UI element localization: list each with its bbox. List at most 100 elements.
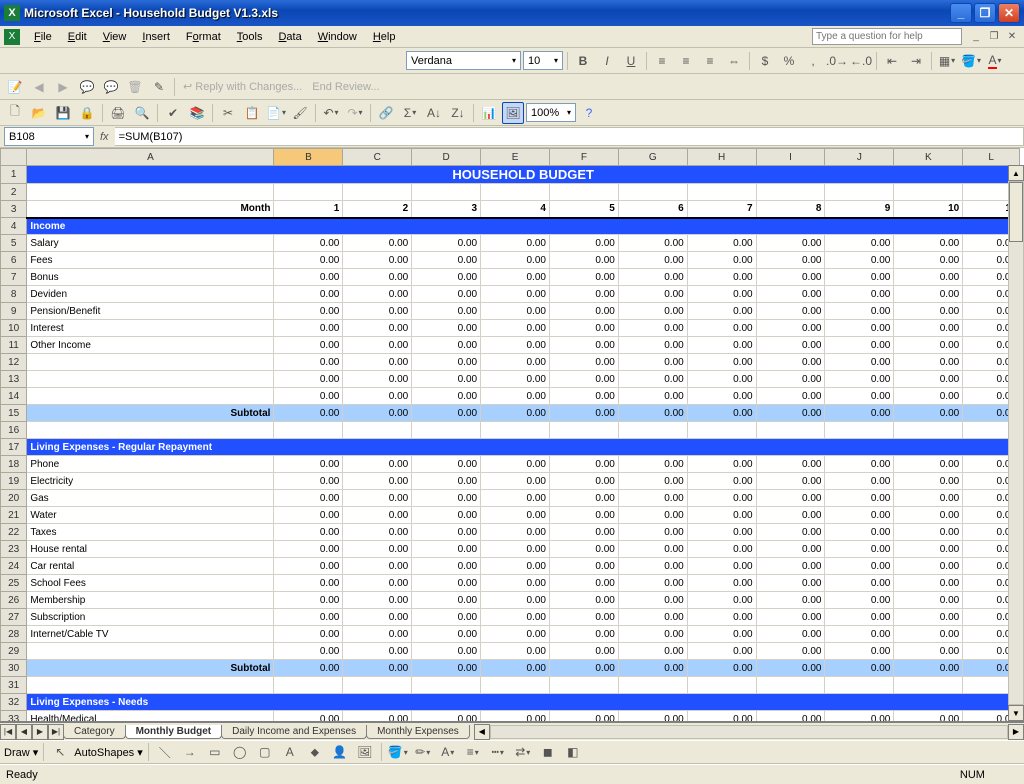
cell[interactable] [618, 422, 687, 439]
cell[interactable]: 0.00 [412, 354, 481, 371]
cell[interactable] [274, 677, 343, 694]
cell[interactable]: 0.00 [825, 558, 894, 575]
col-header-I[interactable]: I [756, 149, 825, 166]
cell[interactable] [343, 677, 412, 694]
cell[interactable]: 0.00 [481, 507, 550, 524]
tab-nav-next[interactable]: ▶ [32, 724, 48, 740]
row-header-28[interactable]: 28 [1, 626, 27, 643]
cell[interactable]: 0.00 [481, 575, 550, 592]
cell[interactable]: 0.00 [481, 456, 550, 473]
col-header-G[interactable]: G [618, 149, 687, 166]
cell[interactable]: 0.00 [412, 252, 481, 269]
fill-color-button[interactable]: 🪣 [960, 50, 982, 72]
cell[interactable]: 0.00 [549, 473, 618, 490]
cell[interactable]: 0.00 [549, 405, 618, 422]
cell[interactable]: 0.00 [412, 609, 481, 626]
month-col[interactable]: 8 [756, 201, 825, 218]
cell[interactable]: 0.00 [274, 558, 343, 575]
redo-button[interactable]: ↷ [344, 102, 366, 124]
arrow-style-button[interactable]: ⇄ [512, 741, 534, 763]
row-header-6[interactable]: 6 [1, 252, 27, 269]
cell[interactable]: 0.00 [894, 286, 963, 303]
cell[interactable]: 0.00 [549, 592, 618, 609]
cell[interactable]: 0.00 [412, 575, 481, 592]
cell[interactable]: 0.00 [618, 252, 687, 269]
cell[interactable]: 0.00 [618, 558, 687, 575]
row-label[interactable]: Car rental [27, 558, 274, 575]
cell[interactable]: 0.00 [274, 456, 343, 473]
cell[interactable] [481, 184, 550, 201]
row-header-3[interactable]: 3 [1, 201, 27, 218]
cell[interactable] [412, 677, 481, 694]
row-label[interactable]: Health/Medical [27, 711, 274, 723]
cell[interactable]: 0.00 [825, 507, 894, 524]
cell[interactable]: 0.00 [618, 320, 687, 337]
cell[interactable]: 0.00 [756, 371, 825, 388]
cell[interactable]: 0.00 [756, 337, 825, 354]
comma-button[interactable]: , [802, 50, 824, 72]
cell[interactable]: 0.00 [825, 388, 894, 405]
cell[interactable]: 0.00 [825, 643, 894, 660]
cell[interactable]: 0.00 [756, 405, 825, 422]
row-label[interactable]: Membership [27, 592, 274, 609]
cell[interactable]: 0.00 [618, 643, 687, 660]
cell[interactable] [27, 184, 274, 201]
col-header-C[interactable]: C [343, 149, 412, 166]
cell[interactable]: 0.00 [343, 388, 412, 405]
col-header-H[interactable]: H [687, 149, 756, 166]
cell[interactable]: 0.00 [687, 541, 756, 558]
row-header-1[interactable]: 1 [1, 166, 27, 184]
cell[interactable]: 0.00 [756, 558, 825, 575]
cell[interactable] [756, 422, 825, 439]
currency-button[interactable]: $ [754, 50, 776, 72]
row-label[interactable]: Taxes [27, 524, 274, 541]
cell[interactable]: 0.00 [687, 592, 756, 609]
cell[interactable]: 0.00 [756, 252, 825, 269]
cell[interactable] [481, 422, 550, 439]
draw-menu[interactable]: Draw ▾ [4, 746, 38, 759]
cell[interactable]: 0.00 [549, 609, 618, 626]
cell[interactable]: 0.00 [894, 320, 963, 337]
row-header-12[interactable]: 12 [1, 354, 27, 371]
cell[interactable]: 0.00 [687, 524, 756, 541]
row-header-10[interactable]: 10 [1, 320, 27, 337]
vertical-scrollbar[interactable]: ▲ ▼ [1008, 165, 1024, 721]
cell[interactable] [618, 184, 687, 201]
cell[interactable]: 0.00 [618, 269, 687, 286]
row-label[interactable]: Internet/Cable TV [27, 626, 274, 643]
cell[interactable]: 0.00 [274, 643, 343, 660]
row-label[interactable]: Interest [27, 320, 274, 337]
menu-data[interactable]: Data [270, 28, 309, 46]
cell[interactable]: 0.00 [274, 541, 343, 558]
cell[interactable]: 0.00 [756, 643, 825, 660]
horizontal-scrollbar[interactable]: ◀ ▶ [474, 724, 1024, 740]
cell[interactable]: 0.00 [481, 592, 550, 609]
cell[interactable] [618, 677, 687, 694]
cell[interactable] [343, 184, 412, 201]
bold-button[interactable]: B [572, 50, 594, 72]
cell[interactable]: 0.00 [412, 541, 481, 558]
row-header-23[interactable]: 23 [1, 541, 27, 558]
menu-format[interactable]: Format [178, 28, 229, 46]
cell[interactable]: 0.00 [549, 303, 618, 320]
month-col[interactable]: 1 [274, 201, 343, 218]
arrow-button[interactable]: → [179, 741, 201, 763]
cell[interactable]: 0.00 [343, 456, 412, 473]
cell[interactable]: 0.00 [274, 405, 343, 422]
cell[interactable]: 0.00 [343, 269, 412, 286]
zoom-selector[interactable]: 100%▾ [526, 103, 576, 122]
cell[interactable]: 0.00 [549, 388, 618, 405]
cell[interactable] [27, 422, 274, 439]
cell[interactable]: 0.00 [549, 371, 618, 388]
cell[interactable]: 0.00 [894, 575, 963, 592]
cell[interactable]: 0.00 [274, 337, 343, 354]
cell[interactable]: 0.00 [343, 354, 412, 371]
cell[interactable]: 0.00 [894, 711, 963, 723]
section-header[interactable]: Income [27, 218, 1020, 235]
month-col[interactable]: 5 [549, 201, 618, 218]
cell[interactable]: 0.00 [687, 643, 756, 660]
col-header-A[interactable]: A [27, 149, 274, 166]
dash-style-button[interactable]: ┅ [487, 741, 509, 763]
cell[interactable]: 0.00 [825, 711, 894, 723]
row-label[interactable]: Phone [27, 456, 274, 473]
